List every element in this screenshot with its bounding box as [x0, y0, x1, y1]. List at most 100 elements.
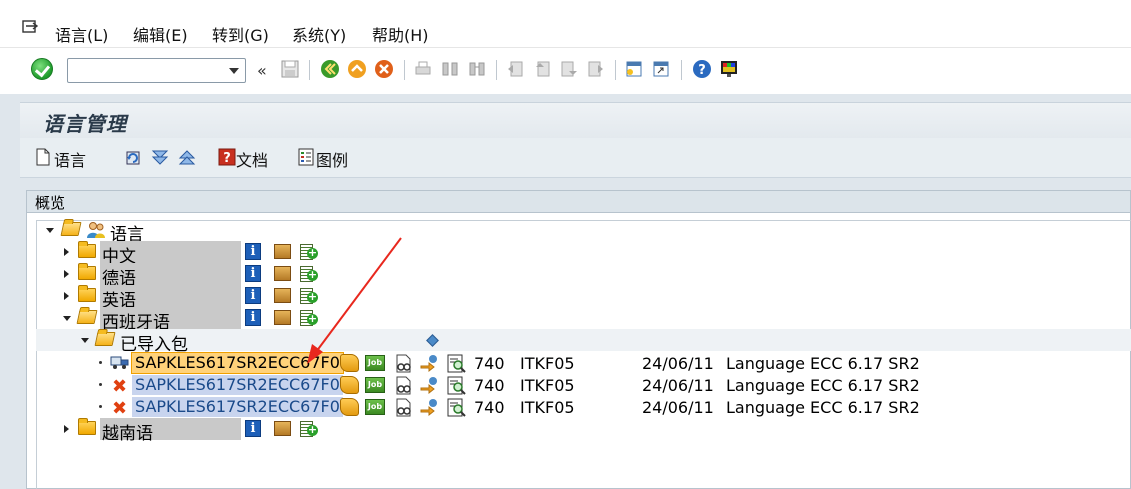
find-icon[interactable]	[440, 59, 460, 79]
tree-root-row[interactable]: 语言	[36, 219, 1131, 245]
menu-system[interactable]: 系统(Y)	[292, 22, 346, 46]
legend-button[interactable]: 图例	[296, 138, 356, 178]
collapse-arrow-icon[interactable]	[81, 338, 89, 343]
print-icon[interactable]	[413, 59, 433, 79]
collapse-toolbar-icon[interactable]: «	[257, 61, 267, 80]
enter-check-icon[interactable]	[31, 58, 53, 80]
menu-help[interactable]: 帮助(H)	[372, 22, 429, 46]
job-icon[interactable]: Job	[365, 355, 385, 371]
previous-page-icon[interactable]	[532, 59, 552, 79]
first-page-icon[interactable]	[505, 59, 525, 79]
menu-edit[interactable]: 编辑(E)	[133, 22, 188, 46]
analyze-icon[interactable]	[447, 398, 467, 417]
log-scroll-icon[interactable]	[340, 354, 359, 372]
menu-goto[interactable]: 转到(G)	[212, 22, 269, 46]
add-list-icon[interactable]	[300, 265, 318, 283]
command-field[interactable]	[67, 58, 246, 83]
tree-bullet	[99, 383, 102, 386]
transfer-arrow-icon[interactable]	[419, 398, 439, 417]
expand-all-icon[interactable]	[150, 148, 170, 168]
folder-open-icon	[60, 222, 82, 236]
package-name[interactable]: SAPKLES617SR2ECC67F0	[132, 375, 343, 395]
package-icon[interactable]	[274, 310, 291, 325]
chevron-down-icon[interactable]	[229, 68, 239, 74]
job-icon[interactable]: Job	[365, 399, 385, 415]
column-marker-icon	[426, 334, 439, 347]
package-row[interactable]: ✖ SAPKLES617SR2ECC67F0 Job 740 ITKF05 24…	[36, 396, 1131, 419]
imported-packages-row[interactable]: 已导入包	[36, 329, 1131, 355]
package-row[interactable]: ✖ SAPKLES617SR2ECC67F0 Job 740 ITKF05 24…	[36, 374, 1131, 397]
info-icon[interactable]: i	[245, 420, 261, 437]
error-x-icon: ✖	[112, 398, 128, 419]
menu-language[interactable]: 语言(L)	[55, 22, 108, 46]
cancel-icon[interactable]	[374, 59, 394, 79]
collapse-arrow-icon[interactable]	[63, 316, 71, 321]
log-scroll-icon[interactable]	[340, 376, 359, 394]
expand-arrow-icon[interactable]	[64, 425, 69, 433]
back-icon[interactable]	[320, 59, 340, 79]
display-glasses-icon[interactable]	[395, 398, 413, 417]
analyze-icon[interactable]	[447, 376, 467, 395]
next-page-icon[interactable]	[559, 59, 579, 79]
collapse-arrow-icon[interactable]	[46, 228, 54, 233]
expand-arrow-icon[interactable]	[64, 292, 69, 300]
help-icon[interactable]: ?	[692, 59, 712, 79]
new-session-icon[interactable]	[624, 59, 644, 79]
package-row[interactable]: SAPKLES617SR2ECC67F0 Job 740 ITKF05 24/0…	[36, 352, 1131, 374]
user-cell: ITKF05	[520, 398, 575, 417]
tree-language-row[interactable]: 西班牙语 i	[36, 307, 1131, 333]
customize-layout-icon[interactable]	[719, 59, 739, 79]
info-icon[interactable]: i	[245, 265, 261, 282]
expand-arrow-icon[interactable]	[64, 270, 69, 278]
client-cell: 740	[474, 354, 505, 373]
shortcut-icon[interactable]	[651, 59, 671, 79]
transfer-arrow-icon[interactable]	[419, 376, 439, 395]
tree-bullet	[99, 361, 102, 364]
add-list-icon[interactable]	[300, 420, 318, 438]
info-icon[interactable]: i	[245, 243, 261, 260]
refresh-icon[interactable]	[123, 148, 143, 168]
display-glasses-icon[interactable]	[395, 354, 413, 373]
description-cell: Language ECC 6.17 SR2	[726, 398, 920, 417]
info-icon[interactable]: i	[245, 287, 261, 304]
package-icon[interactable]	[274, 288, 291, 303]
package-name[interactable]: SAPKLES617SR2ECC67F0	[132, 397, 343, 417]
job-icon[interactable]: Job	[365, 377, 385, 393]
expand-arrow-icon[interactable]	[64, 248, 69, 256]
date-cell: 24/06/11	[642, 354, 714, 373]
documentation-icon: ?	[218, 148, 236, 166]
package-name[interactable]: SAPKLES617SR2ECC67F0	[131, 352, 344, 374]
app-menu-icon[interactable]	[22, 20, 38, 34]
tree-bullet	[99, 405, 102, 408]
add-list-icon[interactable]	[300, 309, 318, 327]
tree-language-row[interactable]: 德语 i	[36, 263, 1131, 289]
documentation-button-label: 文档	[236, 151, 269, 170]
package-icon[interactable]	[274, 266, 291, 281]
add-list-icon[interactable]	[300, 243, 318, 261]
tree-language-row[interactable]: 英语 i	[36, 285, 1131, 311]
language-button[interactable]: 语言	[34, 138, 94, 178]
transfer-arrow-icon[interactable]	[419, 354, 439, 373]
last-page-icon[interactable]	[586, 59, 606, 79]
info-icon[interactable]: i	[245, 309, 261, 326]
save-icon[interactable]	[280, 59, 300, 79]
display-glasses-icon[interactable]	[395, 376, 413, 395]
toolbar-separator	[309, 60, 310, 80]
folder-icon	[78, 285, 96, 302]
package-icon[interactable]	[274, 244, 291, 259]
package-icon[interactable]	[274, 421, 291, 436]
collapse-all-icon[interactable]	[177, 148, 197, 168]
users-icon	[87, 222, 105, 238]
add-list-icon[interactable]	[300, 287, 318, 305]
legend-icon	[298, 148, 314, 166]
tree-language-row[interactable]: 中文 i	[36, 241, 1131, 267]
command-input[interactable]	[68, 59, 223, 82]
overview-title: 概览	[35, 194, 66, 212]
log-scroll-icon[interactable]	[340, 398, 359, 416]
documentation-button[interactable]: ? 文档	[216, 138, 276, 178]
exit-icon[interactable]	[347, 59, 367, 79]
toolbar-separator	[496, 60, 497, 80]
find-next-icon[interactable]	[467, 59, 487, 79]
tree-language-row[interactable]: 越南语 i	[36, 418, 1131, 444]
analyze-icon[interactable]	[447, 354, 467, 373]
